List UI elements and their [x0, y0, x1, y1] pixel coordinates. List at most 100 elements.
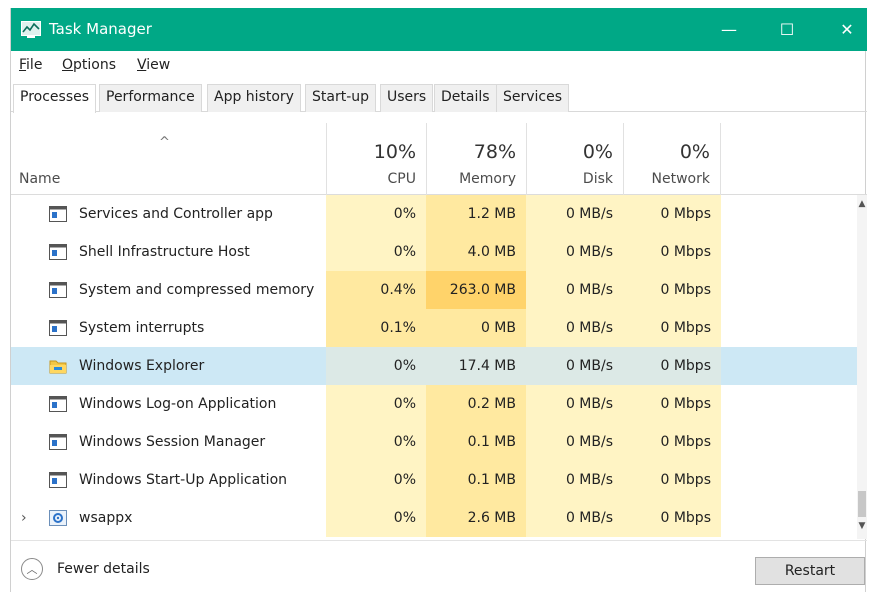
scroll-down-icon[interactable]: ▼ — [857, 521, 867, 531]
process-name: Services and Controller app — [79, 206, 273, 222]
process-disk-cell: 0 MB/s — [526, 233, 623, 271]
memory-total: 78% — [473, 141, 516, 163]
process-row[interactable]: Windows Explorer 0% 17.4 MB 0 MB/s 0 Mbps — [11, 347, 857, 385]
process-cpu-cell: 0.4% — [326, 271, 426, 309]
tab-users[interactable]: Users — [380, 84, 434, 112]
process-row[interactable]: Windows Start-Up Application 0% 0.1 MB 0 MB… — [11, 461, 857, 499]
window-icon — [49, 472, 67, 488]
process-network-cell: 0 Mbps — [623, 499, 721, 537]
disk-label: Disk — [582, 171, 613, 187]
process-row[interactable]: Windows Log-on Application 0% 0.2 MB 0 MB/s… — [11, 385, 857, 423]
disk-total: 0% — [582, 141, 613, 163]
close-button[interactable]: ✕ — [817, 8, 869, 51]
process-disk-cell: 0 MB/s — [526, 309, 623, 347]
process-name: Windows Log-on Application — [79, 396, 277, 412]
window-icon — [49, 206, 67, 222]
process-network-cell: 0 Mbps — [623, 461, 721, 499]
process-disk-cell: 0 MB/s — [526, 385, 623, 423]
scroll-up-icon[interactable]: ▲ — [857, 199, 867, 209]
process-row[interactable]: Windows Session Manager 0% 0.1 MB 0 MB/s 0 M… — [11, 423, 857, 461]
memory-label: Memory — [459, 171, 516, 187]
process-name: wsappx — [79, 510, 133, 526]
process-disk-cell: 0 MB/s — [526, 195, 623, 233]
process-name-cell: Windows Explorer — [11, 347, 326, 385]
tab-details[interactable]: Details — [434, 84, 497, 112]
menu-file[interactable]: File — [19, 57, 42, 73]
process-network-cell: 0 Mbps — [623, 309, 721, 347]
maximize-button[interactable]: ☐ — [757, 8, 817, 51]
process-cpu-cell: 0% — [326, 461, 426, 499]
window-icon — [49, 282, 67, 298]
process-cpu-cell: 0.1% — [326, 309, 426, 347]
folder-icon — [49, 358, 67, 374]
process-row[interactable]: › wsappx 0% 2.6 MB 0 MB/s 0 Mbps — [11, 499, 857, 537]
fewer-details-label: Fewer details — [57, 561, 150, 577]
process-memory-cell: 0 MB — [426, 309, 526, 347]
window-icon — [49, 244, 67, 260]
fewer-details-button[interactable]: ︿ Fewer details — [21, 558, 150, 580]
process-name-cell: Windows Log-on Application — [11, 385, 326, 423]
process-memory-cell: 17.4 MB — [426, 347, 526, 385]
process-cpu-cell: 0% — [326, 423, 426, 461]
process-network-cell: 0 Mbps — [623, 195, 721, 233]
process-name: Shell Infrastructure Host — [79, 244, 250, 260]
process-name-cell: › wsappx — [11, 499, 326, 537]
process-name: System interrupts — [79, 320, 205, 336]
process-cpu-cell: 0% — [326, 385, 426, 423]
tab-processes[interactable]: Processes — [13, 84, 97, 113]
sort-up-icon: ^ — [159, 135, 170, 150]
process-memory-cell: 0.1 MB — [426, 423, 526, 461]
cpu-total: 10% — [373, 141, 416, 163]
process-name: Windows Start-Up Application — [79, 472, 288, 488]
tab-strip: Processes Performance App history Start-… — [11, 84, 867, 113]
process-row[interactable]: Shell Infrastructure Host 0% 4.0 MB 0 MB/s 0… — [11, 233, 857, 271]
process-network-cell: 0 Mbps — [623, 347, 721, 385]
column-memory[interactable]: 78% Memory — [426, 123, 526, 195]
process-memory-cell: 2.6 MB — [426, 499, 526, 537]
cpu-label: CPU — [387, 171, 416, 187]
process-name-cell: Services and Controller app — [11, 195, 326, 233]
process-network-cell: 0 Mbps — [623, 385, 721, 423]
network-label: Network — [651, 171, 710, 187]
tab-performance[interactable]: Performance — [99, 84, 202, 112]
process-name-cell: Shell Infrastructure Host — [11, 233, 326, 271]
title-bar[interactable]: Task Manager — ☐ ✕ — [11, 8, 867, 51]
process-memory-cell: 263.0 MB — [426, 271, 526, 309]
window-title: Task Manager — [49, 20, 152, 38]
process-network-cell: 0 Mbps — [623, 271, 721, 309]
process-name-cell: Windows Session Manager — [11, 423, 326, 461]
process-name-cell: System interrupts — [11, 309, 326, 347]
process-memory-cell: 0.2 MB — [426, 385, 526, 423]
column-disk[interactable]: 0% Disk — [526, 123, 623, 195]
process-network-cell: 0 Mbps — [623, 423, 721, 461]
column-network[interactable]: 0% Network — [623, 123, 721, 195]
process-name: Windows Session Manager — [79, 434, 266, 450]
window-icon — [49, 396, 67, 412]
column-name[interactable]: Name — [19, 171, 60, 187]
restart-button[interactable]: Restart — [755, 557, 865, 585]
process-memory-cell: 4.0 MB — [426, 233, 526, 271]
process-row[interactable]: System and compressed memory 0.4% 263.0 MB… — [11, 271, 857, 309]
tab-start-up[interactable]: Start-up — [305, 84, 377, 112]
tab-app-history[interactable]: App history — [207, 84, 301, 112]
process-cpu-cell: 0% — [326, 233, 426, 271]
menu-bar: File Options View — [11, 51, 867, 79]
process-disk-cell: 0 MB/s — [526, 499, 623, 537]
process-row[interactable]: System interrupts 0.1% 0 MB 0 MB/s 0 Mbps — [11, 309, 857, 347]
process-list: Services and Controller app 0% 1.2 MB 0 MB/… — [11, 195, 857, 539]
menu-view[interactable]: View — [137, 57, 170, 73]
scroll-thumb[interactable] — [858, 491, 866, 517]
window-icon — [49, 434, 67, 450]
minimize-button[interactable]: — — [699, 8, 759, 51]
process-row[interactable]: Services and Controller app 0% 1.2 MB 0 MB/… — [11, 195, 857, 233]
process-disk-cell: 0 MB/s — [526, 271, 623, 309]
chevron-right-icon[interactable]: › — [21, 510, 27, 526]
network-total: 0% — [679, 141, 710, 163]
tab-services[interactable]: Services — [496, 84, 570, 112]
close-icon: ✕ — [840, 20, 854, 39]
task-manager-app-icon — [21, 21, 41, 38]
maximize-icon: ☐ — [779, 20, 795, 39]
vertical-scrollbar[interactable]: ▲ ▼ — [857, 195, 867, 539]
column-cpu[interactable]: 10% CPU — [326, 123, 426, 195]
menu-options[interactable]: Options — [62, 57, 116, 73]
